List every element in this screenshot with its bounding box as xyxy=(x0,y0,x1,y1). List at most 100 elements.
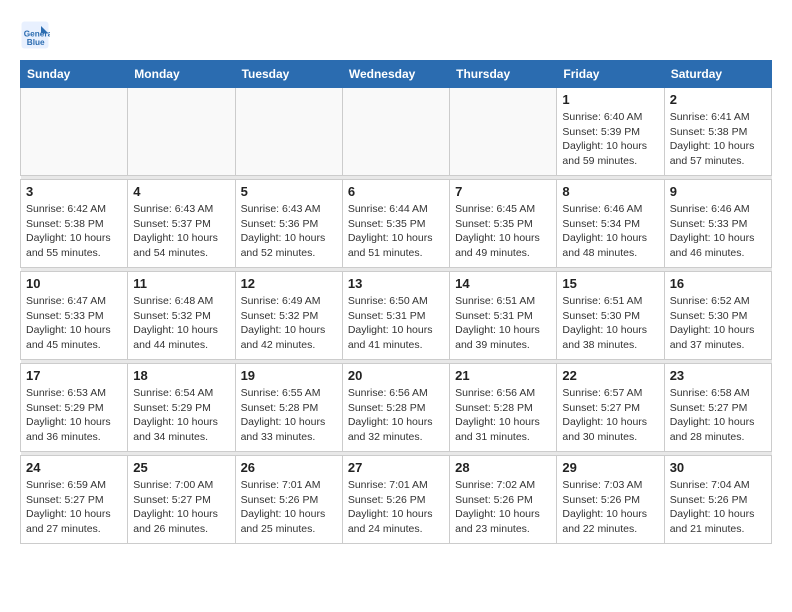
day-info: Sunrise: 6:59 AM Sunset: 5:27 PM Dayligh… xyxy=(26,478,122,537)
day-info: Sunrise: 6:46 AM Sunset: 5:34 PM Dayligh… xyxy=(562,202,658,261)
calendar-cell: 27Sunrise: 7:01 AM Sunset: 5:26 PM Dayli… xyxy=(342,456,449,544)
day-info: Sunrise: 6:43 AM Sunset: 5:36 PM Dayligh… xyxy=(241,202,337,261)
calendar-cell: 29 Sunrise: 7:03 AM Sunset: 5:26 PM Dayli… xyxy=(557,456,664,544)
calendar-header-row: SundayMondayTuesdayWednesdayThursdayFrid… xyxy=(21,61,772,88)
day-info: Sunrise: 6:49 AM Sunset: 5:32 PM Dayligh… xyxy=(241,294,337,353)
day-info: Sunrise: 6:45 AM Sunset: 5:35 PM Dayligh… xyxy=(455,202,551,261)
day-number: 23 xyxy=(670,368,766,383)
calendar-cell xyxy=(128,88,235,176)
day-number: 29 xyxy=(562,460,658,475)
page-header: General Blue xyxy=(20,20,772,50)
day-info: Sunrise: 6:51 AM Sunset: 5:30 PM Dayligh… xyxy=(562,294,658,353)
day-info: Sunrise: 6:56 AM Sunset: 5:28 PM Dayligh… xyxy=(348,386,444,445)
day-info: Sunrise: 6:58 AM Sunset: 5:27 PM Dayligh… xyxy=(670,386,766,445)
calendar-cell: 16Sunrise: 6:52 AM Sunset: 5:30 PM Dayli… xyxy=(664,272,771,360)
day-number: 10 xyxy=(26,276,122,291)
day-info: Sunrise: 7:02 AM Sunset: 5:26 PM Dayligh… xyxy=(455,478,551,537)
week-row-3: 10 Sunrise: 6:47 AM Sunset: 5:33 PM Dayli… xyxy=(21,272,772,360)
day-number: 27 xyxy=(348,460,444,475)
logo-icon: General Blue xyxy=(20,20,50,50)
header-sunday: Sunday xyxy=(21,61,128,88)
day-number: 3 xyxy=(26,184,122,199)
day-info: Sunrise: 6:50 AM Sunset: 5:31 PM Dayligh… xyxy=(348,294,444,353)
day-number: 26 xyxy=(241,460,337,475)
week-row-1: 1Sunrise: 6:40 AM Sunset: 5:39 PM Daylig… xyxy=(21,88,772,176)
day-info: Sunrise: 6:41 AM Sunset: 5:38 PM Dayligh… xyxy=(670,110,766,169)
calendar-cell: 18Sunrise: 6:54 AM Sunset: 5:29 PM Dayli… xyxy=(128,364,235,452)
day-info: Sunrise: 6:44 AM Sunset: 5:35 PM Dayligh… xyxy=(348,202,444,261)
day-number: 15 xyxy=(562,276,658,291)
day-number: 21 xyxy=(455,368,551,383)
header-monday: Monday xyxy=(128,61,235,88)
day-number: 8 xyxy=(562,184,658,199)
day-number: 17 xyxy=(26,368,122,383)
calendar-cell: 4 Sunrise: 6:43 AM Sunset: 5:37 PM Daylig… xyxy=(128,180,235,268)
day-number: 25 xyxy=(133,460,229,475)
day-number: 9 xyxy=(670,184,766,199)
calendar-cell: 22 Sunrise: 6:57 AM Sunset: 5:27 PM Dayli… xyxy=(557,364,664,452)
calendar-cell: 26 Sunrise: 7:01 AM Sunset: 5:26 PM Dayli… xyxy=(235,456,342,544)
day-number: 7 xyxy=(455,184,551,199)
day-info: Sunrise: 6:55 AM Sunset: 5:28 PM Dayligh… xyxy=(241,386,337,445)
header-saturday: Saturday xyxy=(664,61,771,88)
day-info: Sunrise: 6:51 AM Sunset: 5:31 PM Dayligh… xyxy=(455,294,551,353)
week-row-5: 24 Sunrise: 6:59 AM Sunset: 5:27 PM Dayli… xyxy=(21,456,772,544)
day-number: 6 xyxy=(348,184,444,199)
day-info: Sunrise: 6:48 AM Sunset: 5:32 PM Dayligh… xyxy=(133,294,229,353)
calendar-cell: 7 Sunrise: 6:45 AM Sunset: 5:35 PM Daylig… xyxy=(450,180,557,268)
calendar-cell: 23 Sunrise: 6:58 AM Sunset: 5:27 PM Dayli… xyxy=(664,364,771,452)
day-info: Sunrise: 6:47 AM Sunset: 5:33 PM Dayligh… xyxy=(26,294,122,353)
day-number: 5 xyxy=(241,184,337,199)
day-info: Sunrise: 7:00 AM Sunset: 5:27 PM Dayligh… xyxy=(133,478,229,537)
day-number: 24 xyxy=(26,460,122,475)
header-thursday: Thursday xyxy=(450,61,557,88)
calendar-cell: 30 Sunrise: 7:04 AM Sunset: 5:26 PM Dayli… xyxy=(664,456,771,544)
calendar-cell: 11 Sunrise: 6:48 AM Sunset: 5:32 PM Dayli… xyxy=(128,272,235,360)
day-number: 14 xyxy=(455,276,551,291)
day-info: Sunrise: 6:42 AM Sunset: 5:38 PM Dayligh… xyxy=(26,202,122,261)
calendar-cell: 28Sunrise: 7:02 AM Sunset: 5:26 PM Dayli… xyxy=(450,456,557,544)
calendar-table: SundayMondayTuesdayWednesdayThursdayFrid… xyxy=(20,60,772,544)
day-number: 19 xyxy=(241,368,337,383)
calendar-cell: 3 Sunrise: 6:42 AM Sunset: 5:38 PM Daylig… xyxy=(21,180,128,268)
calendar-cell: 25 Sunrise: 7:00 AM Sunset: 5:27 PM Dayli… xyxy=(128,456,235,544)
logo: General Blue xyxy=(20,20,54,50)
day-number: 20 xyxy=(348,368,444,383)
svg-text:Blue: Blue xyxy=(27,38,45,47)
calendar-cell: 8 Sunrise: 6:46 AM Sunset: 5:34 PM Daylig… xyxy=(557,180,664,268)
calendar-cell xyxy=(450,88,557,176)
calendar-cell: 13 Sunrise: 6:50 AM Sunset: 5:31 PM Dayli… xyxy=(342,272,449,360)
calendar-cell: 12 Sunrise: 6:49 AM Sunset: 5:32 PM Dayli… xyxy=(235,272,342,360)
calendar-cell xyxy=(342,88,449,176)
day-number: 4 xyxy=(133,184,229,199)
calendar-cell: 1Sunrise: 6:40 AM Sunset: 5:39 PM Daylig… xyxy=(557,88,664,176)
week-row-4: 17 Sunrise: 6:53 AM Sunset: 5:29 PM Dayli… xyxy=(21,364,772,452)
day-info: Sunrise: 6:40 AM Sunset: 5:39 PM Dayligh… xyxy=(562,110,658,169)
calendar-cell xyxy=(21,88,128,176)
day-number: 13 xyxy=(348,276,444,291)
day-number: 22 xyxy=(562,368,658,383)
day-info: Sunrise: 6:52 AM Sunset: 5:30 PM Dayligh… xyxy=(670,294,766,353)
day-info: Sunrise: 6:53 AM Sunset: 5:29 PM Dayligh… xyxy=(26,386,122,445)
day-info: Sunrise: 6:43 AM Sunset: 5:37 PM Dayligh… xyxy=(133,202,229,261)
day-info: Sunrise: 7:03 AM Sunset: 5:26 PM Dayligh… xyxy=(562,478,658,537)
day-number: 2 xyxy=(670,92,766,107)
calendar-cell: 5 Sunrise: 6:43 AM Sunset: 5:36 PM Daylig… xyxy=(235,180,342,268)
day-info: Sunrise: 7:04 AM Sunset: 5:26 PM Dayligh… xyxy=(670,478,766,537)
day-info: Sunrise: 6:54 AM Sunset: 5:29 PM Dayligh… xyxy=(133,386,229,445)
calendar-cell: 20 Sunrise: 6:56 AM Sunset: 5:28 PM Dayli… xyxy=(342,364,449,452)
calendar-cell xyxy=(235,88,342,176)
day-number: 30 xyxy=(670,460,766,475)
header-tuesday: Tuesday xyxy=(235,61,342,88)
calendar-cell: 17 Sunrise: 6:53 AM Sunset: 5:29 PM Dayli… xyxy=(21,364,128,452)
day-number: 11 xyxy=(133,276,229,291)
day-info: Sunrise: 6:46 AM Sunset: 5:33 PM Dayligh… xyxy=(670,202,766,261)
day-info: Sunrise: 6:57 AM Sunset: 5:27 PM Dayligh… xyxy=(562,386,658,445)
calendar-cell: 10 Sunrise: 6:47 AM Sunset: 5:33 PM Dayli… xyxy=(21,272,128,360)
day-info: Sunrise: 7:01 AM Sunset: 5:26 PM Dayligh… xyxy=(241,478,337,537)
day-number: 12 xyxy=(241,276,337,291)
calendar-cell: 14 Sunrise: 6:51 AM Sunset: 5:31 PM Dayli… xyxy=(450,272,557,360)
calendar-cell: 9 Sunrise: 6:46 AM Sunset: 5:33 PM Daylig… xyxy=(664,180,771,268)
header-friday: Friday xyxy=(557,61,664,88)
calendar-cell: 21Sunrise: 6:56 AM Sunset: 5:28 PM Dayli… xyxy=(450,364,557,452)
